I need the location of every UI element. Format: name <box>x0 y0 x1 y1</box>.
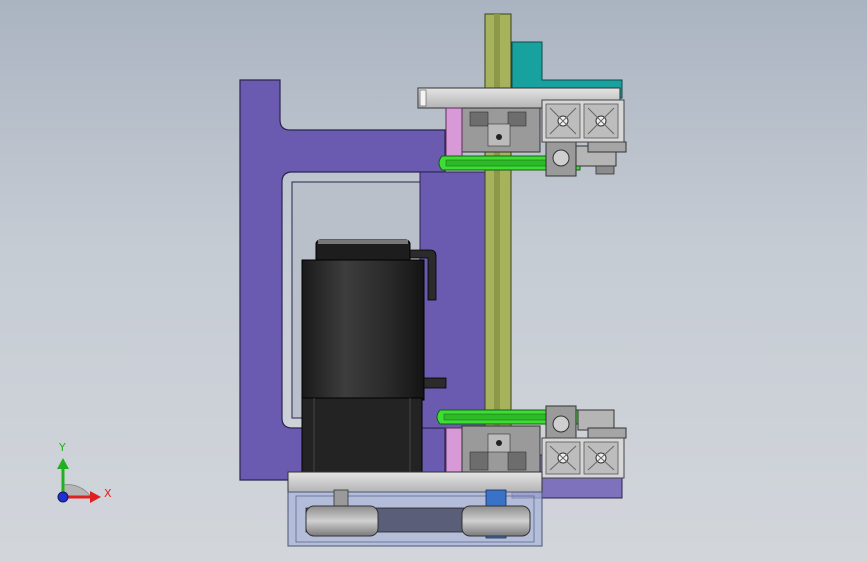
pink-spacer-bottom <box>445 427 463 475</box>
cad-model[interactable] <box>0 0 867 562</box>
bottom-tensioner <box>545 405 627 443</box>
x-axis-arrow <box>90 491 101 503</box>
pink-spacer-top <box>445 107 463 159</box>
y-axis-arrow <box>57 458 69 469</box>
base-plate <box>287 471 543 493</box>
top-tensioner <box>545 139 627 177</box>
coordinate-triad <box>57 458 101 503</box>
top-aluminium-profile <box>541 99 625 143</box>
y-axis-label: Y <box>59 441 66 454</box>
x-axis-label: X <box>104 487 112 500</box>
bottom-aluminium-profile <box>541 437 625 479</box>
top-bearing-block <box>461 107 541 153</box>
bottom-housing <box>287 489 543 547</box>
z-axis-dot <box>57 491 69 503</box>
bottom-bearing-block <box>461 425 541 475</box>
cad-viewport[interactable]: Y X <box>0 0 867 562</box>
